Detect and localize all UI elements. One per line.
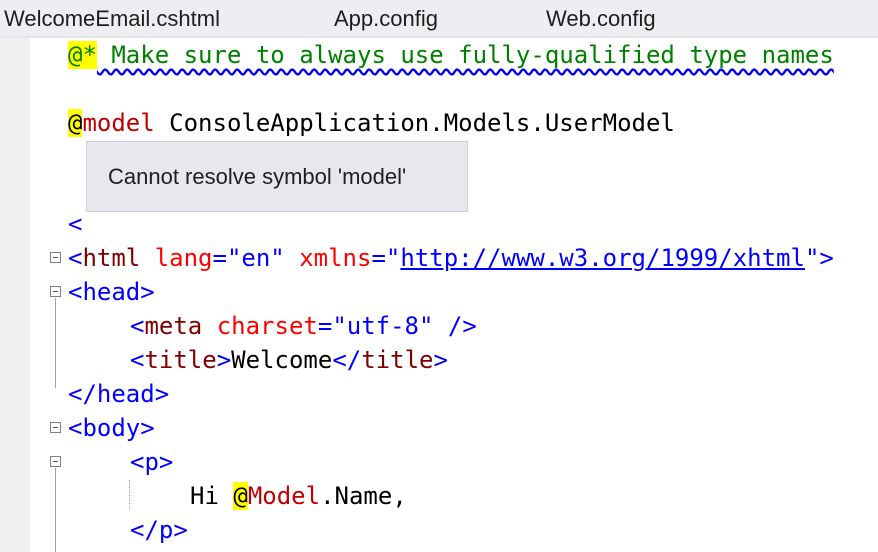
- code-line-p-open: <p>: [130, 445, 173, 479]
- model-reference[interactable]: Model: [248, 482, 320, 510]
- title-close-tag: title: [361, 346, 434, 374]
- p-close-tag: </p>: [130, 516, 188, 544]
- code-editor[interactable]: @* Make sure to always use fully-qualifi…: [30, 38, 878, 552]
- html-tag: html: [82, 244, 141, 272]
- xmlns-eq: =: [371, 244, 386, 272]
- html-close-bracket: >: [819, 244, 834, 272]
- xmlns-url-link[interactable]: http://www.w3.org/1999/xhtml: [400, 244, 805, 272]
- title-open-bracket: <: [130, 346, 145, 374]
- hidden-bracket: <: [68, 210, 83, 238]
- code-line-body-open: <body>: [68, 411, 155, 445]
- title-text: Welcome: [231, 346, 333, 374]
- member-dot: .: [320, 482, 335, 510]
- code-line-p-close: </p>: [130, 513, 188, 547]
- comma: ,: [392, 482, 407, 510]
- xmlns-quote-close: ": [804, 244, 820, 272]
- tab-bar: WelcomeEmail.cshtml App.config Web.confi…: [0, 0, 878, 38]
- title-close-gt: >: [433, 346, 448, 374]
- title-open-gt: >: [216, 346, 232, 374]
- code-line-head-close: </head>: [68, 377, 169, 411]
- tab-app-config[interactable]: App.config: [334, 6, 438, 32]
- head-fold-guide: [55, 298, 56, 388]
- code-line-hidden: <: [68, 207, 82, 241]
- lang-eq: =: [212, 244, 227, 272]
- model-type: ConsoleApplication.Models.UserModel: [154, 109, 675, 137]
- charset-attr: charset: [216, 312, 318, 340]
- collapse-html-icon[interactable]: [50, 252, 61, 263]
- meta-open-bracket: <: [130, 312, 145, 340]
- title-close-bracket: </: [332, 346, 362, 374]
- code-line-comment: @* Make sure to always use fully-qualifi…: [68, 38, 834, 72]
- head-open-tag: <head>: [68, 278, 155, 306]
- p-open-tag: <p>: [130, 448, 174, 476]
- comment-text: Make sure to always use fully-qualified …: [96, 41, 834, 69]
- code-line-meta: <meta charset="utf-8" />: [130, 309, 477, 343]
- code-line-title: <title>Welcome</title>: [130, 343, 448, 377]
- code-line-head-open: <head>: [68, 275, 155, 309]
- razor-at-symbol: @: [68, 109, 83, 137]
- p-fold-guide: [55, 468, 56, 552]
- editor-margin: [0, 38, 30, 552]
- hi-text: Hi: [190, 482, 234, 510]
- head-close-tag: </head>: [68, 380, 170, 408]
- collapse-body-icon[interactable]: [50, 422, 61, 433]
- xmlns-quote-open: ": [385, 244, 401, 272]
- lang-attr: lang: [154, 244, 213, 272]
- razor-comment-marker: @*: [68, 41, 97, 69]
- title-tag: title: [144, 346, 217, 374]
- code-line-hi-model: Hi @Model.Name,: [190, 479, 407, 513]
- xmlns-attr: xmlns: [299, 244, 372, 272]
- lang-value: "en": [226, 244, 285, 272]
- error-tooltip: Cannot resolve symbol 'model': [86, 141, 468, 212]
- meta-tag: meta: [144, 312, 203, 340]
- name-property[interactable]: Name: [335, 482, 393, 510]
- collapse-p-icon[interactable]: [50, 456, 61, 467]
- indent-guide: [129, 480, 130, 510]
- model-keyword[interactable]: model: [82, 109, 154, 137]
- tab-welcomeemail-cshtml[interactable]: WelcomeEmail.cshtml: [4, 6, 220, 32]
- html-open-bracket: <: [68, 244, 83, 272]
- body-open-tag: <body>: [68, 414, 155, 442]
- code-line-html: <html lang="en" xmlns="http://www.w3.org…: [68, 241, 834, 275]
- meta-self-close: />: [433, 312, 477, 340]
- tab-web-config[interactable]: Web.config: [546, 6, 656, 32]
- tooltip-message: Cannot resolve symbol 'model': [108, 164, 407, 189]
- code-line-model-directive: @model ConsoleApplication.Models.UserMod…: [68, 106, 675, 140]
- charset-value: "utf-8": [332, 312, 434, 340]
- collapse-head-icon[interactable]: [50, 286, 61, 297]
- charset-eq: =: [317, 312, 333, 340]
- razor-at-symbol-2: @: [233, 482, 248, 510]
